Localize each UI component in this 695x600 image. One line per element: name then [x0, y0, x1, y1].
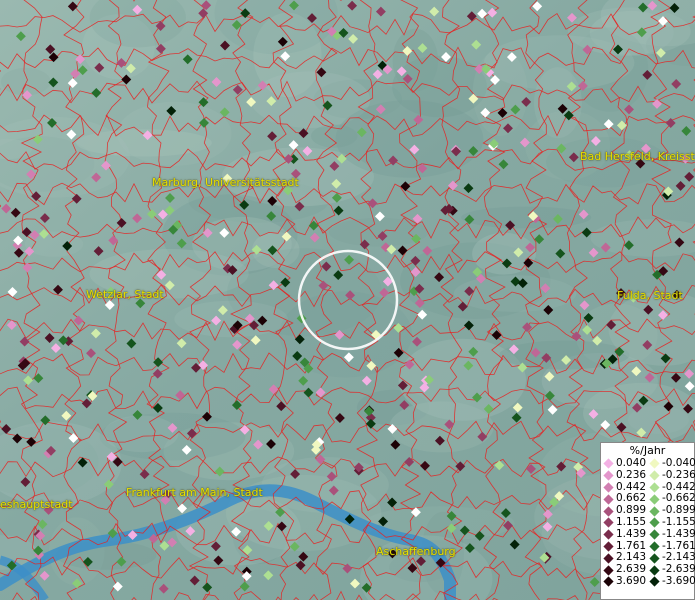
legend-swatch: [649, 494, 660, 505]
legend-swatch: [649, 564, 660, 576]
legend-label: 1.155: [616, 515, 647, 528]
legend-label: 1.439: [616, 527, 647, 540]
legend-swatch: [603, 458, 614, 469]
legend-label: -1.439: [662, 527, 695, 540]
legend-row: 1.155: [601, 515, 647, 529]
legend-swatch: [603, 470, 614, 481]
legend-swatch: [603, 564, 614, 576]
legend-swatch: [649, 470, 660, 481]
legend-swatch: [649, 517, 660, 528]
legend-swatch: [649, 529, 660, 540]
city-label: Fulda, Stadt: [617, 289, 683, 302]
legend-swatch: [649, 553, 660, 564]
legend-row: -1.155: [647, 515, 695, 529]
legend-label: -0.236: [662, 468, 695, 481]
city-label: Aschaffenburg: [376, 545, 456, 558]
city-label: Wetzlar, Stadt: [86, 288, 164, 301]
city-label: Frankfurt am Main, Stadt: [126, 486, 263, 499]
legend-title: %/Jahr: [629, 444, 666, 457]
legend-swatch: [603, 517, 614, 528]
legend-swatch: [603, 482, 614, 493]
legend-row: -1.439: [647, 527, 695, 541]
legend-row: -3.690: [647, 574, 695, 588]
legend-positive-column: 0.040 0.236 0.442 0.662 0.899 1.155 1.439 1.761…: [601, 457, 647, 588]
legend-row: 1.439: [601, 527, 647, 541]
city-label: Marburg, Universitätsstadt: [152, 176, 299, 189]
city-label: eshauptstadt: [0, 498, 73, 511]
legend-swatch: [649, 482, 660, 493]
legend-swatch: [603, 553, 614, 564]
legend-swatch: [603, 494, 614, 505]
legend-label: -3.690: [662, 574, 695, 587]
legend-label: 0.236: [616, 468, 647, 481]
legend-negative-column: -0.040 -0.236 -0.442 -0.662 -0.899 -1.155 -1.4…: [647, 457, 695, 588]
legend-swatch: [649, 505, 660, 517]
legend-swatch: [603, 541, 614, 552]
legend-swatch: [649, 541, 660, 552]
legend-swatch: [649, 576, 660, 587]
legend-label: 3.690: [616, 574, 647, 587]
legend-swatch: [603, 529, 614, 540]
map-view[interactable]: Marburg, Universitätsstadt Bad Hersfeld, …: [0, 0, 695, 600]
legend-label: -1.155: [662, 515, 695, 528]
legend-swatch: [603, 505, 614, 517]
legend-row: 3.690: [601, 574, 647, 588]
city-label: Bad Hersfeld, Kreisstadt: [580, 150, 695, 163]
legend-row: -0.236: [647, 468, 695, 482]
legend-swatch: [603, 576, 614, 587]
legend: %/Jahr 0.040 0.236 0.442 0.662 0.899 1.155 1.4…: [600, 442, 695, 600]
legend-row: 0.236: [601, 468, 647, 482]
legend-swatch: [649, 458, 660, 469]
